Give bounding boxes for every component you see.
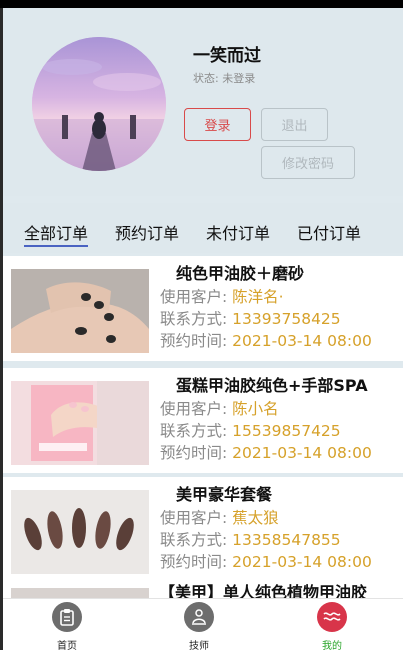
clipboard-icon <box>52 602 82 632</box>
order-time-row: 预约时间: 2021-03-14 08:00 <box>160 441 372 463</box>
tab-paid-orders[interactable]: 已付订单 <box>297 220 361 244</box>
logout-button[interactable]: 退出 <box>261 108 328 141</box>
login-button[interactable]: 登录 <box>184 108 251 141</box>
time-value: 2021-03-14 08:00 <box>232 332 372 350</box>
order-title: 蛋糕甲油胶纯色+手部SPA <box>176 376 368 395</box>
bottom-navigation: 首页 技师 我的 <box>3 598 403 650</box>
order-time-row: 预约时间: 2021-03-14 08:00 <box>160 329 372 351</box>
username: 一笑而过 <box>193 46 261 66</box>
order-title: 【美甲】单人纯色植物甲油胶 <box>159 583 368 598</box>
contact-label: 联系方式: <box>160 310 228 328</box>
login-status-label: 状态: <box>193 72 219 85</box>
nav-label-technician: 技师 <box>189 641 209 650</box>
order-list: 纯色甲油胶＋磨砂 使用客户: 陈洋名· 联系方式: 13393758425 预约… <box>3 253 403 598</box>
profile-wave-icon <box>317 602 347 632</box>
nav-label-mine: 我的 <box>322 641 342 650</box>
nav-label-home: 首页 <box>57 641 77 650</box>
avatar-image <box>32 37 166 171</box>
order-card[interactable]: 美甲豪华套餐 使用客户: 蕉太狼 联系方式: 13358547855 预约时间:… <box>3 477 403 582</box>
time-label: 预约时间: <box>160 553 228 571</box>
contact-value: 13358547855 <box>232 531 341 549</box>
order-thumbnail <box>11 588 149 598</box>
tab-booked-orders[interactable]: 预约订单 <box>115 220 179 244</box>
order-time-row: 预约时间: 2021-03-14 08:00 <box>160 550 372 572</box>
time-label: 预约时间: <box>160 332 228 350</box>
customer-label: 使用客户: <box>160 288 228 306</box>
login-status-value: 未登录 <box>222 72 256 85</box>
order-contact-row: 联系方式: 13358547855 <box>160 528 341 550</box>
contact-value: 15539857425 <box>232 422 341 440</box>
nav-item-home[interactable]: 首页 <box>37 602 97 650</box>
nav-item-technician[interactable]: 技师 <box>169 602 229 650</box>
order-card[interactable]: 纯色甲油胶＋磨砂 使用客户: 陈洋名· 联系方式: 13393758425 预约… <box>3 256 403 361</box>
customer-value: 陈洋名· <box>232 288 284 306</box>
contact-label: 联系方式: <box>160 422 228 440</box>
tab-all-orders[interactable]: 全部订单 <box>24 220 89 247</box>
customer-label: 使用客户: <box>160 400 228 418</box>
order-customer-row: 使用客户: 陈小名 <box>160 397 279 419</box>
change-password-button[interactable]: 修改密码 <box>261 146 355 179</box>
time-value: 2021-03-14 08:00 <box>232 444 372 462</box>
customer-value: 陈小名 <box>232 400 279 418</box>
order-card[interactable]: 蛋糕甲油胶纯色+手部SPA 使用客户: 陈小名 联系方式: 1553985742… <box>3 368 403 473</box>
status-bar <box>0 0 403 8</box>
contact-label: 联系方式: <box>160 531 228 549</box>
order-contact-row: 联系方式: 15539857425 <box>160 419 341 441</box>
time-value: 2021-03-14 08:00 <box>232 553 372 571</box>
order-customer-row: 使用客户: 蕉太狼 <box>160 506 279 528</box>
order-customer-row: 使用客户: 陈洋名· <box>160 285 284 307</box>
avatar[interactable] <box>32 37 166 171</box>
login-status: 状态: 未登录 <box>193 70 255 86</box>
profile-header: 一笑而过 状态: 未登录 登录 退出 修改密码 <box>3 8 403 196</box>
order-contact-row: 联系方式: 13393758425 <box>160 307 341 329</box>
customer-label: 使用客户: <box>160 509 228 527</box>
nav-item-mine[interactable]: 我的 <box>302 602 362 650</box>
time-label: 预约时间: <box>160 444 228 462</box>
order-tabs: 全部订单 预约订单 未付订单 已付订单 <box>3 203 403 253</box>
order-thumbnail <box>11 490 149 574</box>
technician-icon <box>184 602 214 632</box>
contact-value: 13393758425 <box>232 310 341 328</box>
order-card[interactable]: 【美甲】单人纯色植物甲油胶 <box>3 575 403 598</box>
order-title: 纯色甲油胶＋磨砂 <box>176 264 305 283</box>
order-title: 美甲豪华套餐 <box>176 485 273 504</box>
customer-value: 蕉太狼 <box>232 509 279 527</box>
order-thumbnail <box>11 381 149 465</box>
tab-unpaid-orders[interactable]: 未付订单 <box>206 220 270 244</box>
order-thumbnail <box>11 269 149 353</box>
